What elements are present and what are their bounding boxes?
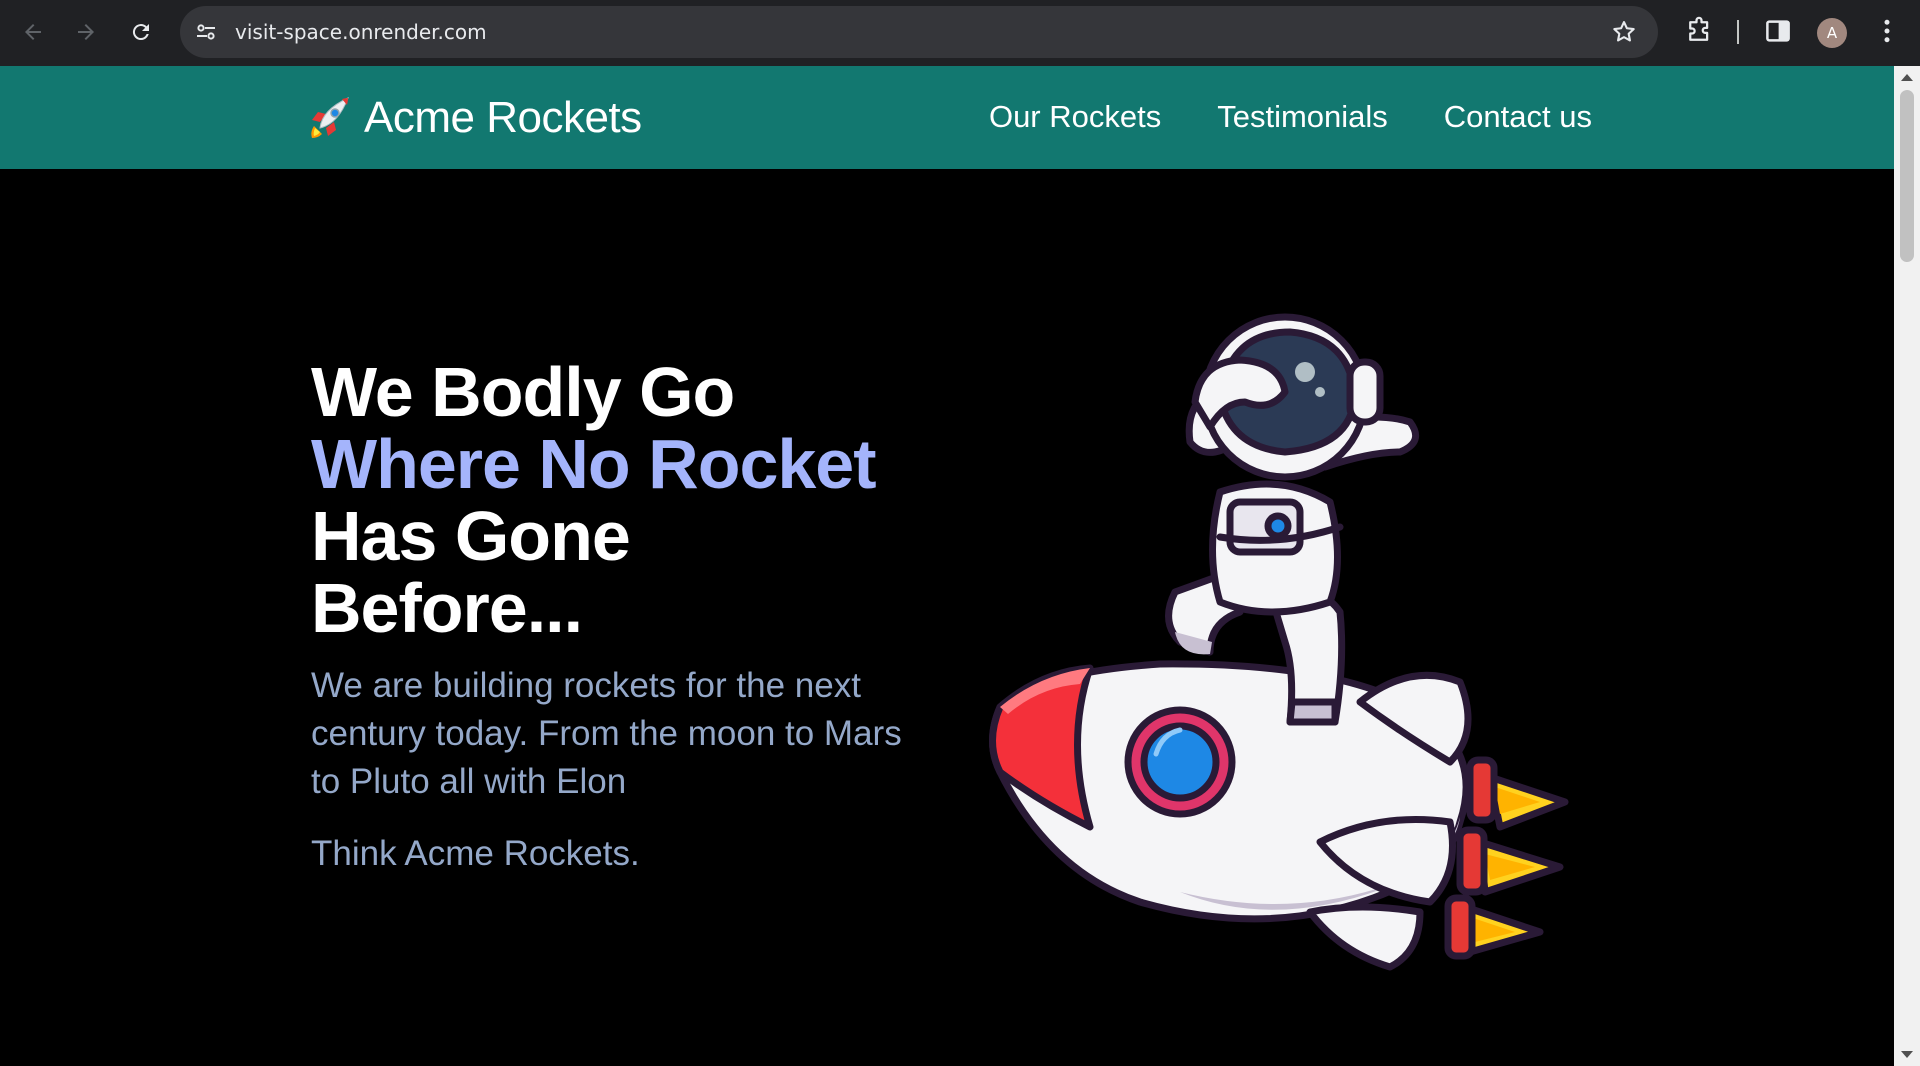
extensions-icon[interactable]: [1684, 16, 1714, 46]
brand-name: Acme Rockets: [364, 93, 642, 142]
nav-link-our-rockets[interactable]: Our Rockets: [989, 99, 1161, 134]
headline-line-3: Has Gone: [311, 497, 631, 575]
headline-line-1: We Bodly Go: [311, 353, 735, 431]
site-header: Acme Rockets Our Rockets Testimonials Co…: [0, 66, 1894, 169]
page-viewport: Acme Rockets Our Rockets Testimonials Co…: [0, 66, 1894, 1066]
site-settings-icon[interactable]: [194, 20, 218, 44]
scrollbar-thumb[interactable]: [1900, 90, 1914, 262]
reload-icon: [132, 24, 149, 41]
hero-description: We are building rockets for the next cen…: [311, 666, 902, 801]
hero-tagline: Think Acme Rockets.: [311, 834, 640, 873]
url-text[interactable]: visit-space.onrender.com: [235, 20, 487, 44]
rocket-icon: [311, 97, 349, 138]
astronaut-rocket-illustration: [989, 313, 1569, 971]
site-logo[interactable]: Acme Rockets: [306, 94, 642, 142]
hero-headline: We Bodly Go Where No Rocket Has Gone Bef…: [311, 356, 951, 644]
nav-link-testimonials[interactable]: Testimonials: [1217, 99, 1388, 134]
reload-button[interactable]: [122, 13, 160, 51]
scroll-up-arrow-icon[interactable]: [1901, 74, 1913, 81]
scroll-down-arrow-icon[interactable]: [1901, 1051, 1913, 1058]
profile-avatar[interactable]: A: [1817, 18, 1847, 48]
toolbar-divider: [1737, 20, 1739, 44]
headline-line-4: Before...: [311, 569, 583, 647]
back-arrow-icon: [25, 24, 41, 40]
forward-button[interactable]: [67, 13, 105, 51]
nav-link-contact[interactable]: Contact us: [1444, 99, 1592, 134]
forward-arrow-icon: [78, 24, 94, 40]
page-scrollbar[interactable]: [1894, 66, 1920, 1066]
hero-section: We Bodly Go Where No Rocket Has Gone Bef…: [311, 356, 951, 878]
headline-accent: Where No Rocket: [311, 425, 877, 503]
back-button[interactable]: [14, 13, 52, 51]
kebab-menu-icon[interactable]: [1872, 16, 1902, 46]
browser-toolbar: visit-space.onrender.com A: [0, 0, 1920, 66]
site-nav: Our Rockets Testimonials Contact us: [989, 99, 1592, 134]
address-bar[interactable]: visit-space.onrender.com: [180, 6, 1658, 58]
bookmark-star-icon[interactable]: [1610, 18, 1638, 46]
side-panel-icon[interactable]: [1763, 16, 1793, 46]
